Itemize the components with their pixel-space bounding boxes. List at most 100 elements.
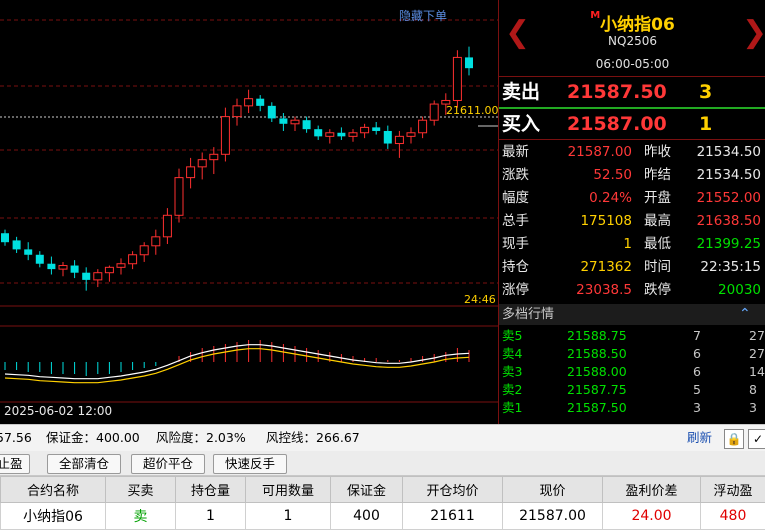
positions-table: 合约名称买卖持仓量可用数量保证金开仓均价现价盈利价差浮动盈 小纳指06卖1140… — [0, 476, 765, 530]
depth-row[interactable]: 卖121587.5033 — [499, 399, 765, 417]
checkbox-icon[interactable]: ✓ — [748, 429, 765, 449]
stat-value: 0.24% — [589, 187, 632, 210]
column-header[interactable]: 现价 — [503, 477, 603, 503]
candle — [94, 273, 102, 280]
contract-name-text: 小纳指06 — [600, 15, 675, 35]
stat-value: 21638.50 — [697, 210, 761, 233]
stat-value: 21399.25 — [697, 233, 761, 256]
column-header[interactable]: 持仓量 — [176, 477, 246, 503]
column-header[interactable]: 合约名称 — [1, 477, 106, 503]
candle — [47, 264, 55, 269]
close-all-button[interactable]: 全部清仓 — [47, 454, 121, 474]
stat-label: 开盘 — [644, 187, 671, 210]
candle — [187, 167, 195, 178]
depth-row[interactable]: 卖421588.50627 — [499, 345, 765, 363]
table-cell: 小纳指06 — [1, 503, 106, 530]
sell-row[interactable]: 卖出 21587.50 3 — [499, 77, 765, 107]
candle — [163, 215, 171, 237]
candle — [419, 120, 427, 133]
candle — [430, 104, 438, 120]
candle — [175, 178, 183, 216]
depth-total: 27 — [749, 327, 765, 345]
stat-value: 21534.50 — [697, 164, 761, 187]
depth-label: 卖1 — [502, 399, 522, 417]
depth-header[interactable]: 多档行情 ⌃ — [499, 304, 765, 325]
candle — [407, 133, 415, 137]
candle — [129, 255, 137, 264]
quote-row: 涨停23038.5跌停20030 — [499, 279, 765, 302]
stat-label: 最高 — [644, 210, 671, 233]
buy-row[interactable]: 买入 21587.00 1 — [499, 109, 765, 139]
chevron-up-icon[interactable]: ⌃ — [739, 304, 751, 325]
candle — [303, 120, 311, 129]
contract-name: M小纳指06 — [499, 10, 765, 35]
candle — [36, 255, 44, 264]
divider — [499, 139, 765, 140]
kline-chart[interactable]: 隐藏下单 21611.00 24:46 2025-06-02 12:00 — [0, 0, 498, 424]
column-header[interactable]: 买卖 — [106, 477, 176, 503]
table-row[interactable]: 小纳指06卖114002161121587.0024.00480 — [1, 503, 765, 530]
account-status-bar: 57.56 保证金：400.00 风险度：2.03% 风控线：266.67 刷新… — [0, 424, 765, 451]
candle — [349, 133, 357, 137]
column-header[interactable]: 浮动盈 — [701, 477, 765, 503]
position-panel: 57.56 保证金：400.00 风险度：2.03% 风控线：266.67 刷新… — [0, 424, 765, 526]
depth-label: 卖5 — [502, 327, 522, 345]
depth-price: 21587.75 — [567, 381, 627, 399]
candle — [233, 106, 241, 117]
candle — [453, 57, 461, 100]
candle — [268, 106, 276, 119]
table-header: 合约名称买卖持仓量可用数量保证金开仓均价现价盈利价差浮动盈 — [1, 477, 765, 503]
depth-volume: 6 — [693, 363, 701, 381]
depth-total: 27 — [749, 345, 765, 363]
depth-row[interactable]: 卖521588.75727 — [499, 327, 765, 345]
column-header[interactable]: 盈利价差 — [603, 477, 701, 503]
column-header[interactable]: 可用数量 — [246, 477, 331, 503]
lock-icon[interactable]: 🔒 — [724, 429, 744, 449]
reverse-button[interactable]: 快速反手 — [213, 454, 287, 474]
action-toolbar: 止盈 全部清仓 超价平仓 快速反手 — [0, 451, 765, 476]
quote-panel: ❮ ❯ M小纳指06 NQ2506 06:00-05:00 卖出 21587.5… — [498, 0, 765, 424]
buy-qty: 1 — [699, 109, 712, 139]
kline-chart-svg[interactable] — [0, 0, 498, 424]
stat-label: 跌停 — [644, 279, 671, 302]
quote-row: 幅度0.24%开盘21552.00 — [499, 187, 765, 210]
stat-value: 21552.00 — [697, 187, 761, 210]
super-close-button[interactable]: 超价平仓 — [131, 454, 205, 474]
stat-label: 时间 — [644, 256, 671, 279]
candle — [279, 118, 287, 123]
column-header[interactable]: 保证金 — [331, 477, 403, 503]
candle — [1, 233, 9, 242]
depth-label: 卖4 — [502, 345, 522, 363]
margin-info: 保证金：400.00 — [46, 425, 140, 451]
date-label: 2025-06-02 12:00 — [4, 404, 112, 418]
sell-price[interactable]: 21587.50 — [567, 77, 667, 107]
quote-row: 持仓271362时间22:35:15 — [499, 256, 765, 279]
depth-price: 21588.50 — [567, 345, 627, 363]
depth-row[interactable]: 卖221587.7558 — [499, 381, 765, 399]
stat-label: 昨收 — [644, 141, 671, 164]
depth-volume: 7 — [693, 327, 701, 345]
stat-value: 1 — [623, 233, 632, 256]
table-cell: 480 — [701, 503, 765, 530]
candle — [384, 131, 392, 144]
trading-session: 06:00-05:00 — [499, 57, 765, 71]
risk-info: 风险度：2.03% — [156, 425, 246, 451]
hide-orders-link[interactable]: 隐藏下单 — [399, 7, 447, 24]
depth-title: 多档行情 — [502, 304, 554, 325]
contract-mark: M — [590, 10, 600, 21]
depth-total: 3 — [749, 399, 757, 417]
column-header[interactable]: 开仓均价 — [403, 477, 503, 503]
table-cell: 24.00 — [603, 503, 701, 530]
candle — [210, 154, 218, 159]
contract-code: NQ2506 — [499, 34, 765, 48]
depth-row[interactable]: 卖321588.00614 — [499, 363, 765, 381]
stat-value: 175108 — [580, 210, 632, 233]
depth-total: 14 — [749, 363, 765, 381]
buy-price[interactable]: 21587.00 — [567, 109, 667, 139]
stop-profit-button[interactable]: 止盈 — [0, 454, 30, 474]
stat-label: 昨结 — [644, 164, 671, 187]
stat-value: 22:35:15 — [700, 256, 761, 279]
refresh-link[interactable]: 刷新 — [687, 425, 712, 451]
stat-value: 21587.00 — [568, 141, 632, 164]
stat-label: 最低 — [644, 233, 671, 256]
